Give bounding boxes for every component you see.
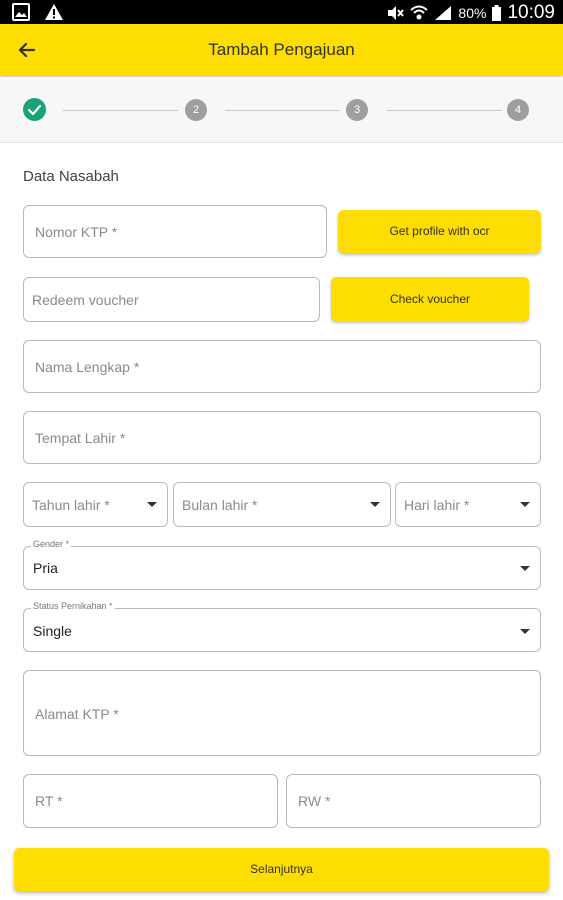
battery-percent: 80% [458,5,487,21]
chevron-down-icon [370,502,380,507]
check-icon [27,104,42,116]
marital-status-value: Single [33,623,72,639]
gallery-icon [12,3,30,21]
rt-placeholder: RT * [35,793,63,809]
birth-month-select[interactable]: Bulan lahir * [173,482,391,527]
mute-icon [388,6,405,20]
birth-day-placeholder: Hari lahir * [404,497,470,513]
birth-year-placeholder: Tahun lahir * [32,497,110,513]
gender-label: Gender * [31,539,72,549]
step-1-complete [23,98,46,121]
full-name-placeholder: Nama Lengkap * [35,359,140,375]
birthplace-input[interactable]: Tempat Lahir * [23,411,541,464]
gender-value: Pria [33,560,58,576]
warning-icon [45,4,63,20]
get-profile-ocr-button[interactable]: Get profile with ocr [338,210,541,253]
chevron-down-icon [520,629,530,634]
stepper: 2 3 4 [0,77,563,143]
chevron-down-icon [147,502,157,507]
marital-status-label: Status Pernikahan * [31,601,115,611]
step-connector [63,110,178,111]
section-title: Data Nasabah [23,168,119,185]
app-bar: Tambah Pengajuan [0,24,563,76]
ktp-address-input[interactable]: Alamat KTP * [23,670,541,756]
ktp-number-input[interactable]: Nomor KTP * [23,205,327,258]
birthplace-placeholder: Tempat Lahir * [35,430,126,446]
wifi-icon [410,5,429,20]
step-3: 3 [346,99,368,121]
step-connector [387,110,502,111]
birth-day-select[interactable]: Hari lahir * [395,482,541,527]
rt-input[interactable]: RT * [23,774,278,828]
chevron-down-icon [520,502,530,507]
ktp-address-placeholder: Alamat KTP * [35,706,119,722]
battery-icon [492,5,502,21]
voucher-placeholder: Redeem voucher [32,292,139,308]
clock: 10:09 [507,2,555,23]
rw-input[interactable]: RW * [286,774,541,828]
gender-select[interactable]: Gender * Pria [23,539,541,590]
step-4: 4 [507,99,529,121]
check-voucher-button[interactable]: Check voucher [331,277,529,321]
ktp-number-placeholder: Nomor KTP * [35,224,118,240]
voucher-input[interactable]: Redeem voucher [23,277,320,322]
step-connector [225,110,340,111]
next-button[interactable]: Selanjutnya [14,848,549,891]
signal-icon [435,6,452,20]
step-2: 2 [185,99,207,121]
status-bar: 80% 10:09 [0,0,563,24]
page-title: Tambah Pengajuan [208,40,355,59]
full-name-input[interactable]: Nama Lengkap * [23,340,541,393]
birth-year-select[interactable]: Tahun lahir * [23,482,168,527]
rw-placeholder: RW * [298,793,331,809]
birth-month-placeholder: Bulan lahir * [182,497,258,513]
chevron-down-icon [520,566,530,571]
marital-status-select[interactable]: Status Pernikahan * Single [23,601,541,652]
